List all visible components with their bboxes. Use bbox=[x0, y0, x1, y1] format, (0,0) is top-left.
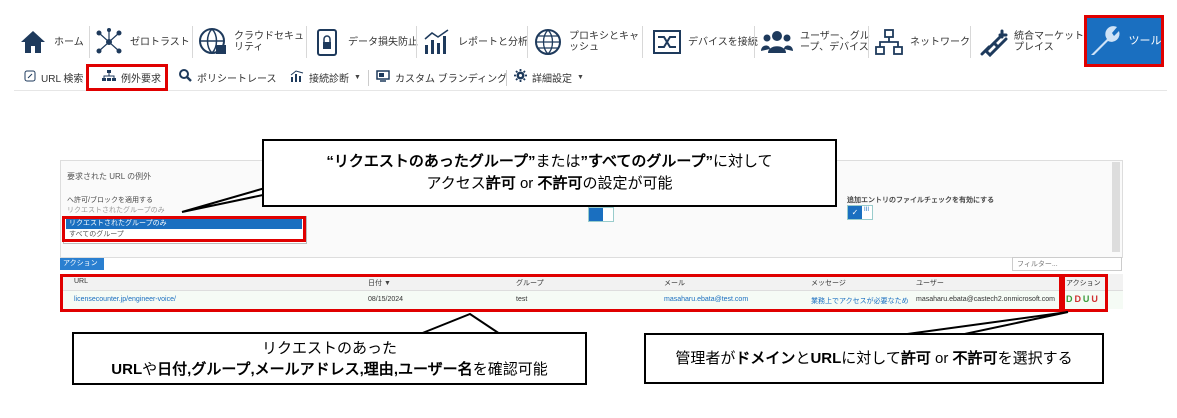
callout-group-setting: “リクエストのあったグループ”または”すべてのグループ”に対して アクセス許可 … bbox=[262, 139, 837, 207]
callout-request-details: リクエストのあった URLや日付,グループ,メールアドレス,理由,ユーザー名を確… bbox=[72, 332, 587, 385]
callout-admin-action: 管理者がドメインとURLに対して許可 or 不許可を選択する bbox=[644, 333, 1104, 384]
